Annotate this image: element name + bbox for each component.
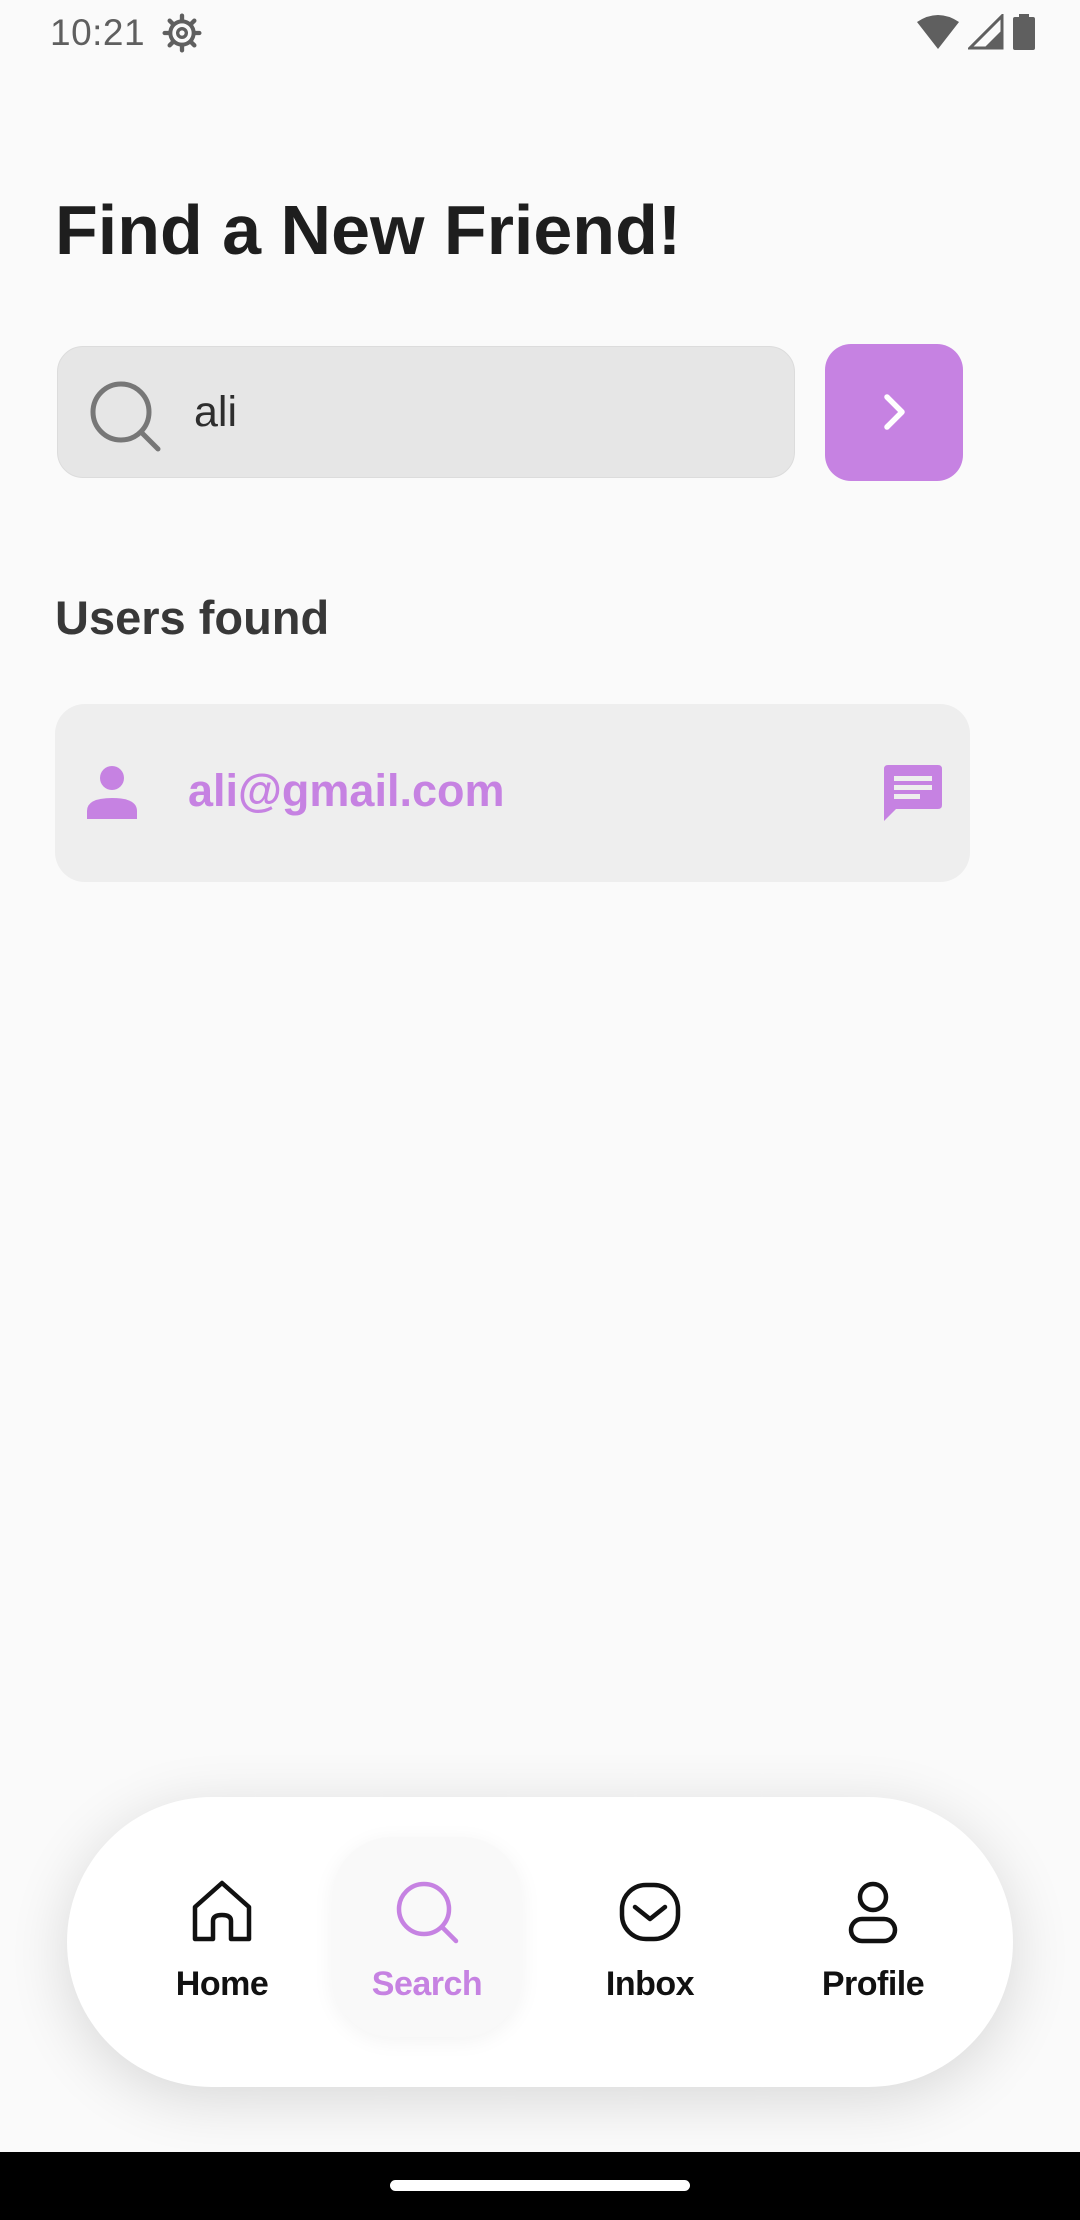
- home-indicator[interactable]: [390, 2180, 690, 2191]
- nav-label-inbox: Inbox: [605, 1965, 695, 2003]
- nav-item-inbox[interactable]: Inbox: [555, 1837, 745, 2037]
- nav-item-search[interactable]: Search: [332, 1837, 522, 2037]
- battery-icon: [1013, 14, 1035, 50]
- nav-label-profile: Profile: [821, 1965, 925, 2003]
- nav-item-home[interactable]: Home: [127, 1837, 317, 2037]
- user-email: ali@gmail.com: [188, 765, 505, 816]
- profile-icon: [848, 1881, 898, 1944]
- bottom-nav: Home Search Inbox Profile: [67, 1797, 1013, 2087]
- user-result-card[interactable]: ali@gmail.com: [55, 704, 970, 882]
- page-title: Find a New Friend!: [55, 191, 682, 269]
- chevron-right-icon: [884, 394, 905, 430]
- status-icons: [916, 14, 1036, 50]
- wifi-icon: [917, 15, 959, 49]
- search-box[interactable]: [57, 346, 795, 478]
- cell-signal-icon: [968, 14, 1004, 50]
- search-submit-button[interactable]: [825, 344, 963, 481]
- inbox-icon: [619, 1882, 681, 1942]
- system-navigation-bar: [0, 2152, 1080, 2220]
- settings-gear-icon: [162, 13, 202, 53]
- nav-label-home: Home: [175, 1965, 269, 2003]
- home-icon: [192, 1880, 252, 1942]
- results-heading: Users found: [55, 591, 330, 644]
- person-icon: [87, 766, 137, 819]
- status-time: 10:21: [50, 12, 146, 53]
- search-input[interactable]: [194, 347, 754, 477]
- message-icon[interactable]: [880, 761, 944, 825]
- nav-label-search: Search: [371, 1965, 483, 2003]
- status-bar: 10:21: [0, 0, 1080, 66]
- search-icon: [90, 381, 161, 452]
- nav-item-profile[interactable]: Profile: [778, 1837, 968, 2037]
- search-icon: [396, 1881, 459, 1944]
